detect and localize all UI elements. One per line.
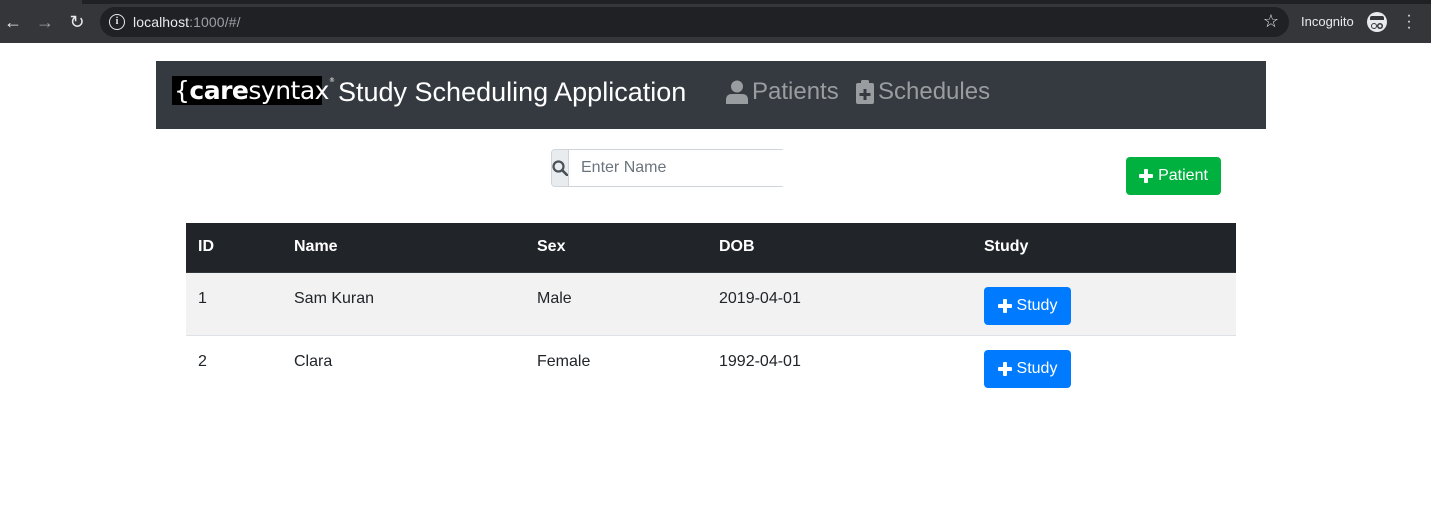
forward-arrow-icon[interactable]: → [35, 12, 55, 32]
table-row: 2 Clara Female 1992-04-01 Study [186, 334, 1236, 398]
column-header-name: Name [282, 223, 525, 273]
column-header-dob: DOB [707, 223, 972, 273]
add-patient-label: Patient [1158, 167, 1208, 184]
add-patient-button[interactable]: Patient [1126, 157, 1221, 195]
cell-name: Clara [282, 334, 525, 398]
browser-menu-icon[interactable]: · · · [1404, 8, 1414, 36]
cell-study: Study [972, 271, 1236, 335]
incognito-icon[interactable] [1367, 12, 1387, 32]
cell-study: Study [972, 334, 1236, 398]
address-url[interactable]: localhost:1000/#/ [133, 14, 241, 30]
info-icon[interactable]: i [109, 14, 125, 30]
browser-toolbar: ← → ↻ i localhost:1000/#/ ☆ Incognito · ·… [0, 0, 1431, 43]
caresyntax-logo[interactable]: {caresyntax® [172, 76, 335, 105]
cell-sex: Female [525, 334, 707, 398]
cell-dob: 2019-04-01 [707, 271, 972, 335]
add-study-button[interactable]: Study [984, 286, 1071, 325]
address-bar[interactable]: i localhost:1000/#/ ☆ [100, 7, 1289, 37]
cell-id: 1 [186, 271, 282, 335]
app-title[interactable]: Study Scheduling Application [338, 75, 686, 109]
user-icon [726, 80, 748, 104]
incognito-label: Incognito [1301, 14, 1354, 29]
url-host: localhost [133, 14, 190, 30]
column-header-sex: Sex [525, 223, 707, 273]
active-tab-edge [0, 0, 82, 4]
reload-icon[interactable]: ↻ [67, 12, 87, 32]
nav-link-label: Schedules [878, 78, 991, 105]
cell-id: 2 [186, 334, 282, 398]
table-row: 1 Sam Kuran Male 2019-04-01 Study [186, 271, 1236, 335]
add-study-label: Study [1016, 296, 1058, 314]
add-study-button[interactable]: Study [984, 349, 1071, 388]
cell-dob: 1992-04-01 [707, 334, 972, 398]
bookmark-star-icon[interactable]: ☆ [1263, 11, 1279, 32]
add-study-label: Study [1016, 359, 1058, 377]
clipboard-plus-icon [856, 80, 874, 104]
nav-link-patients[interactable]: Patients [726, 76, 839, 108]
back-arrow-icon[interactable]: ← [3, 12, 23, 32]
cell-name: Sam Kuran [282, 271, 525, 335]
plus-icon [997, 298, 1012, 313]
column-header-id: ID [186, 223, 282, 273]
nav-link-schedules[interactable]: Schedules [856, 76, 990, 108]
url-path: :1000/#/ [189, 14, 241, 30]
plus-icon [997, 361, 1012, 376]
cell-sex: Male [525, 271, 707, 335]
table-header: ID Name Sex DOB Study [186, 223, 1236, 273]
app-navbar: {caresyntax® Study Scheduling Applicatio… [156, 61, 1266, 129]
search-icon [552, 150, 569, 186]
patients-table: ID Name Sex DOB Study 1 Sam Kuran Male 2… [186, 223, 1236, 398]
plus-icon [1139, 169, 1154, 183]
name-search-input[interactable] [569, 150, 788, 186]
tab-strip [0, 0, 1431, 4]
search-group [551, 149, 788, 187]
nav-link-label: Patients [752, 78, 839, 105]
column-header-study: Study [972, 223, 1236, 273]
